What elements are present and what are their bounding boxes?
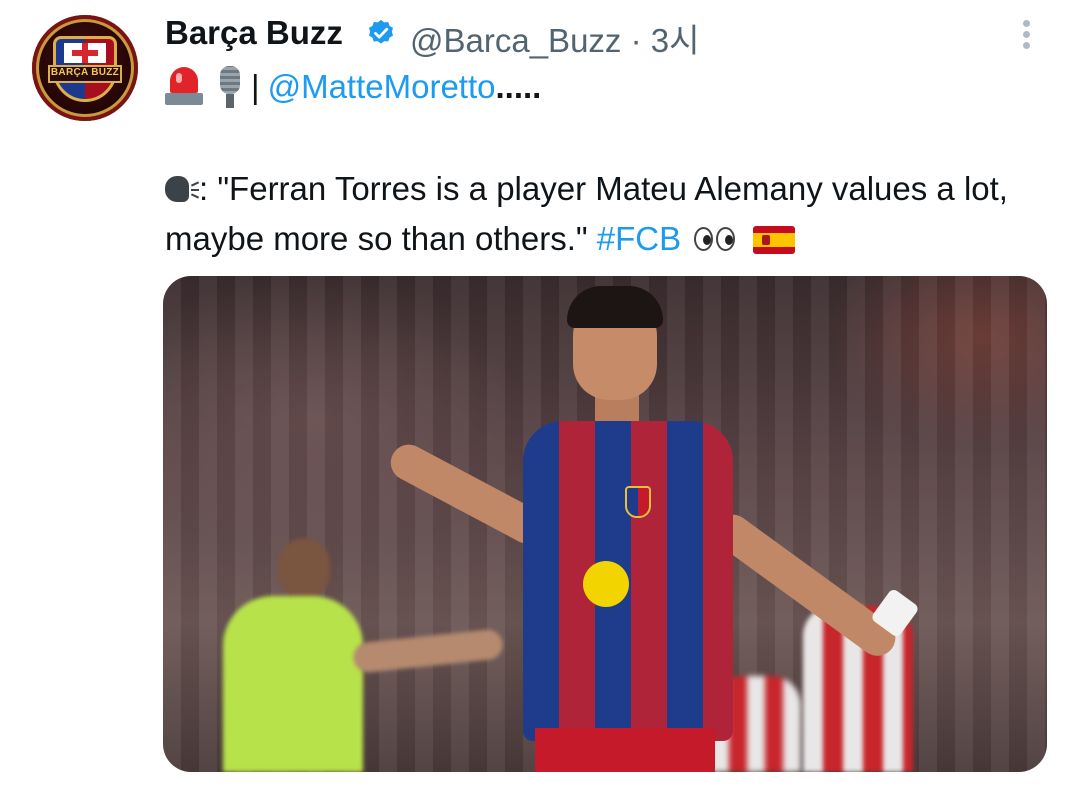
eyes-emoji-icon <box>694 224 738 254</box>
author-handle-and-time[interactable]: @Barca_Buzz · 3시 <box>410 14 699 62</box>
author-name[interactable]: Barça Buzz <box>165 14 343 52</box>
tweet-photo[interactable] <box>163 276 1047 772</box>
verified-badge-icon <box>369 19 393 44</box>
avatar-crest: BARÇA BUZZ <box>48 36 122 102</box>
author-handle[interactable]: @Barca_Buzz <box>410 22 621 59</box>
hashtag-link[interactable]: #FCB <box>597 220 681 257</box>
mention-link[interactable]: @MatteMoretto <box>268 68 496 106</box>
post-time[interactable]: · 3시 <box>631 22 700 59</box>
referee-figure <box>278 538 330 600</box>
speaking-head-icon <box>165 174 200 204</box>
microphone-emoji-icon <box>217 66 243 108</box>
more-vertical-icon[interactable] <box>1016 16 1036 56</box>
speaker-colon: : <box>199 170 209 207</box>
spain-flag-icon <box>753 226 796 254</box>
siren-emoji-icon <box>165 67 203 107</box>
avatar-logo-text: BARÇA BUZZ <box>48 65 122 83</box>
avatar[interactable]: BARÇA BUZZ <box>32 15 138 121</box>
separator-pipe: | <box>251 68 260 105</box>
quote-text: "Ferran Torres is a player Mateu Alemany… <box>165 170 1008 257</box>
tweet-body: : "Ferran Torres is a player Mateu Alema… <box>165 164 1045 264</box>
tweet-header-line: | @MatteMoretto ..... <box>165 64 541 110</box>
mention-ellipsis: ..... <box>495 68 542 105</box>
